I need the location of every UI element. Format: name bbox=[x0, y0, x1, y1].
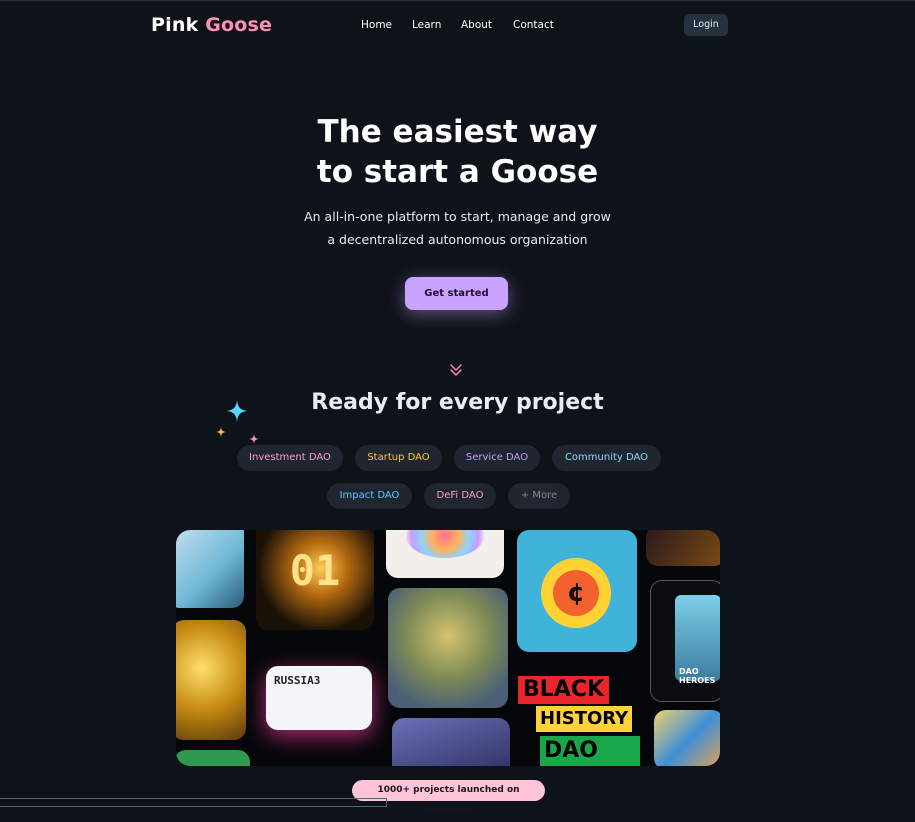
nav-link-learn[interactable]: Learn bbox=[412, 19, 441, 31]
tile-goat-mask bbox=[388, 588, 508, 708]
tag-more[interactable]: + More bbox=[508, 483, 570, 509]
bhd-line3: DAO bbox=[544, 738, 598, 763]
tile-rossia-card: RUSSIA3 bbox=[266, 666, 372, 730]
tag-label: Investment DAO bbox=[249, 452, 331, 463]
sparkle-large-icon bbox=[226, 400, 248, 422]
gallery-tile bbox=[176, 750, 250, 766]
rossia-text: RUSSIA3 bbox=[274, 674, 321, 687]
brand-part1: Pink bbox=[151, 14, 199, 36]
chevron-double-down-icon[interactable] bbox=[449, 362, 463, 378]
tag-label: DeFi DAO bbox=[436, 490, 484, 501]
gallery-tile bbox=[392, 718, 510, 766]
gallery-tile bbox=[176, 530, 244, 608]
nav-link-about[interactable]: About bbox=[461, 19, 492, 31]
decorative-pattern bbox=[406, 530, 484, 558]
tag-label: Impact DAO bbox=[339, 490, 400, 501]
tag-startup-dao[interactable]: Startup DAO bbox=[355, 445, 442, 471]
tag-defi-dao[interactable]: DeFi DAO bbox=[424, 483, 496, 509]
tag-label: Startup DAO bbox=[367, 452, 430, 463]
brand-logo[interactable]: Pink Goose bbox=[151, 14, 272, 36]
gallery-tile bbox=[176, 620, 246, 740]
tag-service-dao[interactable]: Service DAO bbox=[454, 445, 540, 471]
horizontal-scrollbar[interactable] bbox=[0, 798, 387, 807]
gallery-tile bbox=[646, 530, 720, 566]
tag-community-dao[interactable]: Community DAO bbox=[552, 445, 661, 471]
dao-heroes-text: DAO HEROES bbox=[679, 667, 716, 685]
hero-subtitle: An all-in-one platform to start, manage … bbox=[0, 206, 915, 251]
tile-dao-heroes: DAO HEROES bbox=[650, 580, 720, 702]
tag-label: Service DAO bbox=[465, 452, 529, 463]
bhd-line2: HISTORY bbox=[536, 706, 633, 732]
get-started-button[interactable]: Get started bbox=[405, 277, 508, 310]
brand-part2: Goose bbox=[205, 14, 273, 36]
hero-title-line1: The easiest way bbox=[317, 114, 598, 150]
hero-title: The easiest way to start a Goose bbox=[0, 112, 915, 192]
tag-investment-dao[interactable]: Investment DAO bbox=[237, 445, 343, 471]
hero-title-line2: to start a Goose bbox=[316, 154, 599, 190]
projects-title: Ready for every project bbox=[311, 390, 604, 415]
gallery-tile bbox=[386, 530, 504, 578]
nav-link-home[interactable]: Home bbox=[361, 19, 392, 31]
cent-icon: ¢ bbox=[553, 570, 599, 616]
tag-label: + More bbox=[520, 490, 558, 501]
sparkle-yellow-icon bbox=[216, 427, 226, 437]
tile-01-card: 01 bbox=[256, 530, 374, 630]
navbar: Pink Goose Home Learn About Contact Logi… bbox=[0, 14, 915, 38]
tag-impact-dao[interactable]: Impact DAO bbox=[327, 483, 412, 509]
gallery-tile bbox=[654, 710, 720, 766]
hero-subtitle-line2: a decentralized autonomous organization bbox=[327, 231, 588, 247]
project-gallery: 01 ¢ RUSSIA3 DAO HEROES BLACK HISTORY DA… bbox=[176, 530, 720, 766]
tile-01-text: 01 bbox=[289, 546, 341, 595]
login-button[interactable]: Login bbox=[684, 14, 728, 36]
nav-link-contact[interactable]: Contact bbox=[513, 19, 554, 31]
gallery-tile: ¢ bbox=[517, 530, 637, 652]
bhd-line1: BLACK bbox=[518, 676, 610, 704]
top-border bbox=[0, 0, 915, 1]
tag-label: Community DAO bbox=[564, 452, 649, 463]
bhd-green-bar: DAO bbox=[540, 736, 640, 766]
hero-subtitle-line1: An all-in-one platform to start, manage … bbox=[304, 209, 611, 224]
tile-black-history-dao: BLACK HISTORY DAO bbox=[518, 676, 640, 766]
sparkle-pink-icon bbox=[249, 434, 259, 444]
